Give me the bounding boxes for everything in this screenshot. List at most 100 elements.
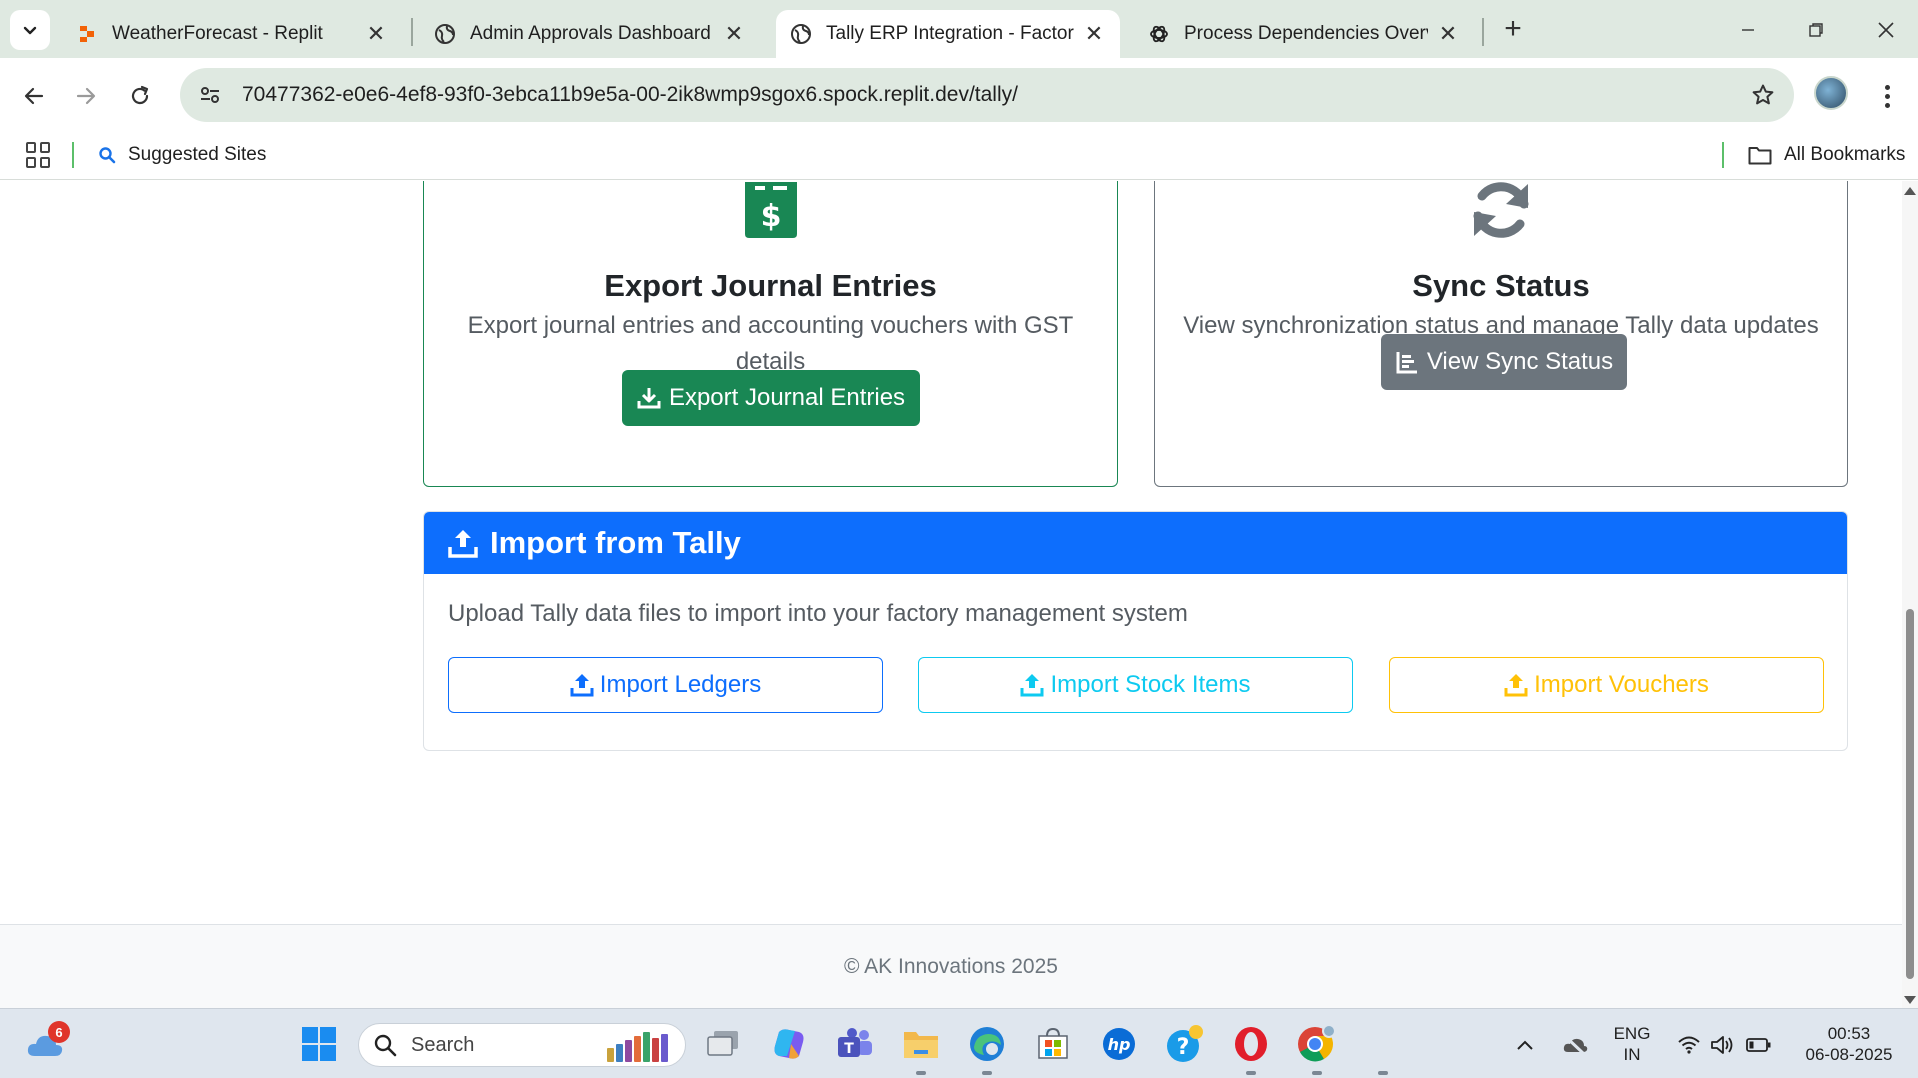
running-indicator xyxy=(916,1071,926,1075)
svg-text:hp: hp xyxy=(1108,1035,1131,1054)
card-title: Sync Status xyxy=(1412,268,1590,303)
import-stock-items-button[interactable]: Import Stock Items xyxy=(918,657,1353,713)
tune-icon xyxy=(201,87,219,103)
apps-grid-icon[interactable] xyxy=(26,142,52,168)
onedrive-offline-icon[interactable] xyxy=(1562,1033,1588,1057)
tab-title: Tally ERP Integration - Factory M xyxy=(826,23,1074,44)
bookmarks-bar: Suggested Sites All Bookmarks xyxy=(0,132,1918,180)
page-scrollbar[interactable] xyxy=(1902,181,1918,1008)
tab-strip: WeatherForecast - Replit ✕ Admin Approva… xyxy=(0,0,1918,58)
chrome-icon[interactable] xyxy=(1296,1023,1338,1065)
bookmark-separator xyxy=(1722,142,1724,168)
arrow-right-icon xyxy=(76,87,96,105)
download-icon xyxy=(637,386,661,410)
reload-button[interactable] xyxy=(120,76,160,116)
wifi-icon[interactable] xyxy=(1676,1033,1702,1057)
svg-text:?: ? xyxy=(1177,1035,1190,1060)
button-label: Import Ledgers xyxy=(599,671,762,698)
globe-icon xyxy=(790,23,812,45)
search-icon xyxy=(373,1033,397,1057)
taskbar-search-box[interactable]: Search xyxy=(358,1023,686,1067)
tab-tally-erp[interactable]: Tally ERP Integration - Factory M ✕ xyxy=(776,10,1120,58)
page-viewport: $ Export Journal Entries Export journal … xyxy=(0,181,1902,1008)
tab-separator xyxy=(411,18,413,46)
import-ledgers-button[interactable]: Import Ledgers xyxy=(448,657,883,713)
teams-icon[interactable]: T xyxy=(834,1023,876,1065)
scroll-down-icon[interactable] xyxy=(1904,996,1916,1004)
scrollbar-thumb[interactable] xyxy=(1906,609,1914,979)
svg-text:$: $ xyxy=(760,199,781,234)
site-info-button[interactable] xyxy=(190,75,230,115)
battery-icon[interactable] xyxy=(1746,1033,1772,1057)
forward-button[interactable] xyxy=(66,76,106,116)
clock-date: 06-08-2025 xyxy=(1805,1045,1893,1064)
tab-weatherforecast[interactable]: WeatherForecast - Replit ✕ xyxy=(62,10,402,58)
svg-text:T: T xyxy=(844,1041,854,1057)
chevron-down-icon xyxy=(23,26,37,35)
task-view-icon[interactable] xyxy=(702,1023,744,1065)
tab-process-dependencies[interactable]: Process Dependencies Overview ✕ xyxy=(1134,10,1474,58)
clock-time: 00:53 xyxy=(1827,1024,1871,1043)
tab-title: WeatherForecast - Replit xyxy=(112,23,323,44)
openai-icon xyxy=(1148,23,1170,45)
restore-icon xyxy=(1809,23,1823,37)
restore-button[interactable] xyxy=(1796,12,1836,48)
search-icon xyxy=(98,146,116,164)
button-label: Import Vouchers xyxy=(1534,671,1709,698)
tab-title: Process Dependencies Overview xyxy=(1184,23,1428,44)
card-header-title: Import from Tally xyxy=(490,525,741,560)
address-bar[interactable]: 70477362-e0e6-4ef8-93f0-3ebca11b9e5a-00-… xyxy=(180,68,1794,122)
get-help-icon[interactable]: ? xyxy=(1164,1023,1206,1065)
bookmark-star-button[interactable] xyxy=(1746,78,1780,112)
minimize-button[interactable] xyxy=(1728,12,1768,48)
books-illustration-icon xyxy=(607,1030,679,1062)
language-indicator[interactable]: ENG IN xyxy=(1612,1023,1652,1065)
microsoft-store-icon[interactable] xyxy=(1032,1023,1074,1065)
upload-icon xyxy=(570,673,594,697)
opera-icon[interactable] xyxy=(1230,1023,1272,1065)
close-icon[interactable]: ✕ xyxy=(1436,21,1460,46)
region-code: IN xyxy=(1623,1045,1641,1064)
button-label: Import Stock Items xyxy=(1050,671,1251,698)
close-icon[interactable]: ✕ xyxy=(1082,21,1106,46)
new-tab-button[interactable]: + xyxy=(1496,14,1530,44)
bookmark-label: Suggested Sites xyxy=(128,144,267,165)
tab-admin-approvals[interactable]: Admin Approvals Dashboard ✕ xyxy=(420,10,760,58)
profile-avatar[interactable] xyxy=(1814,76,1848,110)
search-placeholder: Search xyxy=(411,1033,475,1056)
back-button[interactable] xyxy=(14,76,54,116)
upload-icon xyxy=(1020,673,1044,697)
windows-start-icon[interactable] xyxy=(298,1023,340,1065)
close-icon[interactable]: ✕ xyxy=(364,21,388,46)
browser-toolbar: 70477362-e0e6-4ef8-93f0-3ebca11b9e5a-00-… xyxy=(0,58,1918,132)
bookmark-separator xyxy=(72,142,74,168)
import-vouchers-button[interactable]: Import Vouchers xyxy=(1389,657,1824,713)
more-menu-icon[interactable] xyxy=(1872,76,1902,116)
running-indicator xyxy=(1378,1071,1388,1075)
language-code: ENG xyxy=(1613,1024,1651,1043)
import-from-tally-card: Import from Tally Upload Tally data file… xyxy=(423,511,1848,751)
bookmark-suggested-sites[interactable]: Suggested Sites xyxy=(98,140,266,170)
tab-search-button[interactable] xyxy=(10,10,50,50)
scroll-up-icon[interactable] xyxy=(1904,187,1916,195)
file-explorer-icon[interactable] xyxy=(900,1023,942,1065)
view-sync-status-button[interactable]: View Sync Status xyxy=(1381,334,1627,390)
reload-icon xyxy=(131,85,149,105)
footer-copyright: © AK Innovations 2025 xyxy=(844,954,1058,978)
globe-icon xyxy=(434,23,456,45)
close-window-button[interactable] xyxy=(1866,12,1906,48)
copilot-icon[interactable] xyxy=(768,1023,810,1065)
card-title: Export Journal Entries xyxy=(604,268,937,303)
sync-status-card: Sync Status View synchronization status … xyxy=(1154,181,1848,487)
clock[interactable]: 00:53 06-08-2025 xyxy=(1796,1023,1902,1065)
close-icon xyxy=(1878,22,1894,38)
windows-taskbar: 6 Search T hp ? ENG IN 00:53 06-08-2025 xyxy=(0,1008,1918,1078)
all-bookmarks-button[interactable]: All Bookmarks xyxy=(1748,140,1905,170)
export-journal-button[interactable]: Export Journal Entries xyxy=(622,370,920,426)
edge-icon[interactable] xyxy=(966,1023,1008,1065)
card-description: Upload Tally data files to import into y… xyxy=(448,600,1188,627)
hp-icon[interactable]: hp xyxy=(1098,1023,1140,1065)
chevron-up-icon[interactable] xyxy=(1512,1033,1538,1057)
close-icon[interactable]: ✕ xyxy=(722,21,746,46)
volume-icon[interactable] xyxy=(1710,1033,1736,1057)
